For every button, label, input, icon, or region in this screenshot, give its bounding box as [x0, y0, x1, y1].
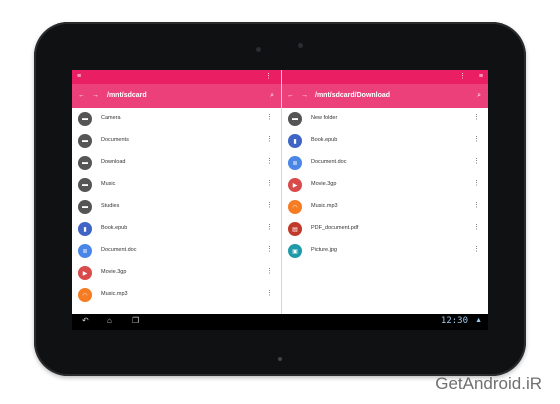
- file-name: Studies: [101, 203, 120, 209]
- file-name: Book.epub: [311, 137, 338, 143]
- file-name: PDF_document.pdf: [311, 225, 359, 231]
- video-icon: ▶: [288, 178, 302, 192]
- list-item[interactable]: ▮ Book.epub ⋮: [282, 130, 488, 152]
- folder-icon: ▬: [78, 200, 92, 214]
- list-item[interactable]: ≣ Document.doc ⋮: [72, 240, 281, 262]
- overflow-menu-icon[interactable]: ⋮: [265, 73, 272, 80]
- list-item[interactable]: ▶ Movie.3gp ⋮: [282, 174, 488, 196]
- list-item[interactable]: ◠ Music.mp3 ⋮: [72, 284, 281, 306]
- folder-icon: ▬: [78, 178, 92, 192]
- file-name: Music.mp3: [311, 203, 338, 209]
- sensor-icon: [298, 43, 303, 48]
- item-overflow-icon[interactable]: ⋮: [266, 202, 273, 209]
- book-icon: ▮: [288, 134, 302, 148]
- item-overflow-icon[interactable]: ⋮: [473, 136, 480, 143]
- file-name: Document.doc: [311, 159, 347, 165]
- file-name: Movie.3gp: [101, 269, 127, 275]
- folder-icon: ▬: [78, 134, 92, 148]
- file-name: Camera: [101, 115, 121, 121]
- item-overflow-icon[interactable]: ⋮: [473, 158, 480, 165]
- forward-arrow-icon[interactable]: →: [92, 92, 99, 99]
- left-path: /mnt/sdcard: [107, 92, 147, 99]
- right-top-bar: ⋮ ≡: [282, 70, 488, 84]
- file-name: New folder: [311, 115, 338, 121]
- item-overflow-icon[interactable]: ⋮: [266, 114, 273, 121]
- list-item[interactable]: ▶ Movie.3gp ⋮: [72, 262, 281, 284]
- list-item[interactable]: ▬ Music ⋮: [72, 174, 281, 196]
- right-path-bar: ← → /mnt/sdcard/Download ⌕: [282, 84, 488, 108]
- menu-icon[interactable]: ≡: [77, 73, 81, 80]
- watermark: GetAndroid.iR: [435, 374, 542, 393]
- list-item[interactable]: ▮ Book.epub ⋮: [72, 218, 281, 240]
- right-file-list: ▬ New folder ⋮ ▮ Book.epub ⋮ ≣ Document.doc ⋮ ▶ Mo…: [282, 108, 488, 262]
- list-item[interactable]: ≣ Document.doc ⋮: [282, 152, 488, 174]
- file-name: Documents: [101, 137, 129, 143]
- list-item[interactable]: ▬ Studies ⋮: [72, 196, 281, 218]
- folder-icon: ▬: [78, 156, 92, 170]
- search-icon[interactable]: ⌕: [477, 92, 481, 99]
- system-nav-bar: ↶ ⌂ ❐ 12:30 ▲: [72, 314, 488, 330]
- folder-icon: ▬: [288, 112, 302, 126]
- list-item[interactable]: ▬ Download ⋮: [72, 152, 281, 174]
- item-overflow-icon[interactable]: ⋮: [473, 180, 480, 187]
- back-arrow-icon[interactable]: ←: [287, 92, 294, 99]
- item-overflow-icon[interactable]: ⋮: [266, 246, 273, 253]
- folder-icon: ▬: [78, 112, 92, 126]
- book-icon: ▮: [78, 222, 92, 236]
- document-icon: ≣: [288, 156, 302, 170]
- file-name: Music.mp3: [101, 291, 128, 297]
- back-button-icon[interactable]: ↶: [82, 317, 89, 325]
- signal-icon: ▲: [475, 317, 482, 324]
- headphones-icon: ◠: [78, 288, 92, 302]
- item-overflow-icon[interactable]: ⋮: [266, 136, 273, 143]
- right-pane: ⋮ ≡ ← → /mnt/sdcard/Download ⌕ ▬ New fold…: [282, 70, 488, 314]
- back-arrow-icon[interactable]: ←: [78, 92, 85, 99]
- item-overflow-icon[interactable]: ⋮: [266, 290, 273, 297]
- pdf-icon: ▤: [288, 222, 302, 236]
- video-icon: ▶: [78, 266, 92, 280]
- item-overflow-icon[interactable]: ⋮: [473, 246, 480, 253]
- left-path-bar: ← → /mnt/sdcard ⌕: [72, 84, 281, 108]
- headphones-icon: ◠: [288, 200, 302, 214]
- list-item[interactable]: ◠ Music.mp3 ⋮: [282, 196, 488, 218]
- left-pane: ≡ ⋮ ← → /mnt/sdcard ⌕ ▬ Camera ⋮ ▬ Documents…: [72, 70, 282, 314]
- document-icon: ≣: [78, 244, 92, 258]
- left-top-bar: ≡ ⋮: [72, 70, 281, 84]
- camera-icon: [256, 47, 261, 52]
- file-name: Movie.3gp: [311, 181, 337, 187]
- list-item[interactable]: ▬ New folder ⋮: [282, 108, 488, 130]
- file-name: Download: [101, 159, 126, 165]
- item-overflow-icon[interactable]: ⋮: [266, 180, 273, 187]
- forward-arrow-icon[interactable]: →: [301, 92, 308, 99]
- search-icon[interactable]: ⌕: [270, 92, 274, 99]
- item-overflow-icon[interactable]: ⋮: [266, 268, 273, 275]
- image-icon: ▣: [288, 244, 302, 258]
- status-clock: 12:30: [440, 316, 468, 326]
- list-item[interactable]: ▬ Camera ⋮: [72, 108, 281, 130]
- file-name: Document.doc: [101, 247, 137, 253]
- list-item[interactable]: ▬ Documents ⋮: [72, 130, 281, 152]
- item-overflow-icon[interactable]: ⋮: [473, 224, 480, 231]
- item-overflow-icon[interactable]: ⋮: [473, 114, 480, 121]
- item-overflow-icon[interactable]: ⋮: [266, 158, 273, 165]
- home-indicator: [278, 357, 282, 361]
- recent-apps-icon[interactable]: ❐: [132, 317, 139, 325]
- home-button-icon[interactable]: ⌂: [107, 317, 112, 325]
- right-path: /mnt/sdcard/Download: [315, 92, 391, 99]
- grid-menu-icon[interactable]: ≡: [479, 73, 483, 80]
- overflow-menu-icon[interactable]: ⋮: [459, 73, 466, 80]
- item-overflow-icon[interactable]: ⋮: [473, 202, 480, 209]
- screen: ≡ ⋮ ← → /mnt/sdcard ⌕ ▬ Camera ⋮ ▬ Documents…: [72, 70, 488, 330]
- file-name: Music: [101, 181, 116, 187]
- list-item[interactable]: ▤ PDF_document.pdf ⋮: [282, 218, 488, 240]
- left-file-list: ▬ Camera ⋮ ▬ Documents ⋮ ▬ Download ⋮ ▬ Music ⋮ ▬ Stu…: [72, 108, 281, 306]
- item-overflow-icon[interactable]: ⋮: [266, 224, 273, 231]
- file-name: Book.epub: [101, 225, 128, 231]
- list-item[interactable]: ▣ Picture.jpg ⋮: [282, 240, 488, 262]
- file-name: Picture.jpg: [311, 247, 337, 253]
